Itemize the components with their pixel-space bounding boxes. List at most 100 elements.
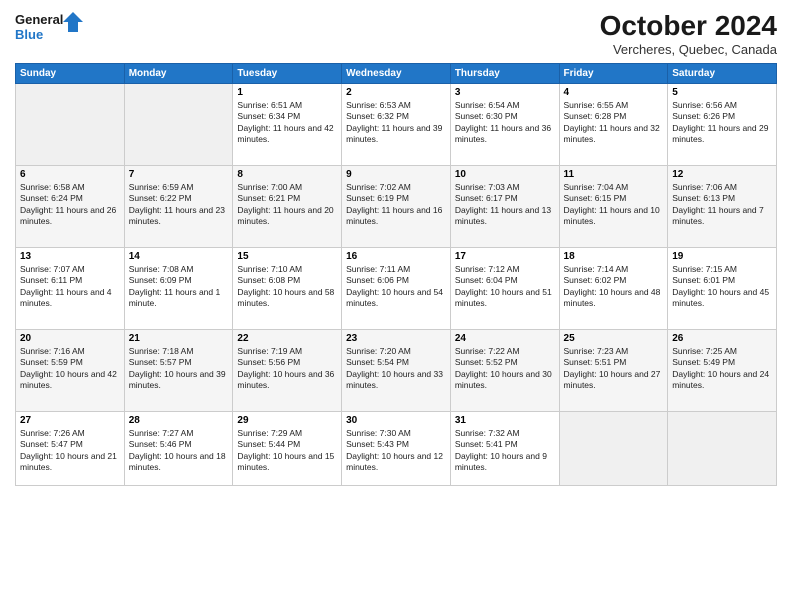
- table-row: 2 Sunrise: 6:53 AM Sunset: 6:32 PM Daylig…: [342, 84, 451, 166]
- table-row: 19 Sunrise: 7:15 AM Sunset: 6:01 PM Dayli…: [668, 248, 777, 330]
- day-number: 20: [20, 333, 120, 344]
- table-row: 15 Sunrise: 7:10 AM Sunset: 6:08 PM Dayli…: [233, 248, 342, 330]
- header: General Blue October 2024 Vercheres, Que…: [15, 10, 777, 57]
- day-number: 19: [672, 251, 772, 262]
- day-number: 25: [564, 333, 664, 344]
- table-row: 16 Sunrise: 7:11 AM Sunset: 6:06 PM Dayli…: [342, 248, 451, 330]
- day-number: 16: [346, 251, 446, 262]
- table-row: 5Sunrise: 6:56 AM Sunset: 6:26 PM Daylig…: [668, 84, 777, 166]
- day-info: Sunrise: 6:53 AM Sunset: 6:32 PM Dayligh…: [346, 100, 446, 146]
- col-friday: Friday: [559, 64, 668, 84]
- day-number: 2: [346, 87, 446, 98]
- day-number: 18: [564, 251, 664, 262]
- day-info: Sunrise: 7:07 AM Sunset: 6:11 PM Dayligh…: [20, 264, 120, 310]
- day-info: Sunrise: 7:29 AM Sunset: 5:44 PM Dayligh…: [237, 428, 337, 474]
- day-number: 3: [455, 87, 555, 98]
- day-info: Sunrise: 7:02 AM Sunset: 6:19 PM Dayligh…: [346, 182, 446, 228]
- table-row: 11 Sunrise: 7:04 AM Sunset: 6:15 PM Dayli…: [559, 166, 668, 248]
- logo: General Blue: [15, 10, 85, 46]
- day-info: Sunrise: 7:15 AM Sunset: 6:01 PM Dayligh…: [672, 264, 772, 310]
- day-info: Sunrise: 6:56 AM Sunset: 6:26 PM Dayligh…: [672, 100, 772, 146]
- table-row: 7 Sunrise: 6:59 AM Sunset: 6:22 PM Daylig…: [124, 166, 233, 248]
- col-monday: Monday: [124, 64, 233, 84]
- day-info: Sunrise: 7:12 AM Sunset: 6:04 PM Dayligh…: [455, 264, 555, 310]
- col-sunday: Sunday: [16, 64, 125, 84]
- day-info: Sunrise: 6:58 AM Sunset: 6:24 PM Dayligh…: [20, 182, 120, 228]
- day-info: Sunrise: 7:18 AM Sunset: 5:57 PM Dayligh…: [129, 346, 229, 392]
- day-info: Sunrise: 6:59 AM Sunset: 6:22 PM Dayligh…: [129, 182, 229, 228]
- col-tuesday: Tuesday: [233, 64, 342, 84]
- day-info: Sunrise: 7:22 AM Sunset: 5:52 PM Dayligh…: [455, 346, 555, 392]
- table-row: 23 Sunrise: 7:20 AM Sunset: 5:54 PM Dayli…: [342, 330, 451, 412]
- table-row: 26 Sunrise: 7:25 AM Sunset: 5:49 PM Dayli…: [668, 330, 777, 412]
- day-number: 15: [237, 251, 337, 262]
- table-row: 25Sunrise: 7:23 AM Sunset: 5:51 PM Dayli…: [559, 330, 668, 412]
- day-number: 6: [20, 169, 120, 180]
- day-info: Sunrise: 7:00 AM Sunset: 6:21 PM Dayligh…: [237, 182, 337, 228]
- day-info: Sunrise: 7:26 AM Sunset: 5:47 PM Dayligh…: [20, 428, 120, 474]
- day-number: 11: [564, 169, 664, 180]
- day-number: 9: [346, 169, 446, 180]
- col-saturday: Saturday: [668, 64, 777, 84]
- col-wednesday: Wednesday: [342, 64, 451, 84]
- day-info: Sunrise: 7:32 AM Sunset: 5:41 PM Dayligh…: [455, 428, 555, 474]
- calendar-row: 27Sunrise: 7:26 AM Sunset: 5:47 PM Dayli…: [16, 412, 777, 486]
- header-row: Sunday Monday Tuesday Wednesday Thursday…: [16, 64, 777, 84]
- table-row: 28 Sunrise: 7:27 AM Sunset: 5:46 PM Dayli…: [124, 412, 233, 486]
- table-row: 4Sunrise: 6:55 AM Sunset: 6:28 PM Daylig…: [559, 84, 668, 166]
- day-info: Sunrise: 7:19 AM Sunset: 5:56 PM Dayligh…: [237, 346, 337, 392]
- svg-text:Blue: Blue: [15, 27, 43, 42]
- table-row: 9 Sunrise: 7:02 AM Sunset: 6:19 PM Daylig…: [342, 166, 451, 248]
- calendar-row: 1Sunrise: 6:51 AM Sunset: 6:34 PM Daylig…: [16, 84, 777, 166]
- day-number: 29: [237, 415, 337, 426]
- calendar-table: Sunday Monday Tuesday Wednesday Thursday…: [15, 63, 777, 486]
- day-number: 22: [237, 333, 337, 344]
- day-number: 17: [455, 251, 555, 262]
- day-info: Sunrise: 7:03 AM Sunset: 6:17 PM Dayligh…: [455, 182, 555, 228]
- table-row: 30Sunrise: 7:30 AM Sunset: 5:43 PM Dayli…: [342, 412, 451, 486]
- day-number: 28: [129, 415, 229, 426]
- day-number: 31: [455, 415, 555, 426]
- calendar-row: 13Sunrise: 7:07 AM Sunset: 6:11 PM Dayli…: [16, 248, 777, 330]
- table-row: 31 Sunrise: 7:32 AM Sunset: 5:41 PM Dayli…: [450, 412, 559, 486]
- title-area: October 2024 Vercheres, Quebec, Canada: [600, 10, 777, 57]
- table-row: 24 Sunrise: 7:22 AM Sunset: 5:52 PM Dayli…: [450, 330, 559, 412]
- day-number: 26: [672, 333, 772, 344]
- table-row: 29 Sunrise: 7:29 AM Sunset: 5:44 PM Dayli…: [233, 412, 342, 486]
- day-number: 4: [564, 87, 664, 98]
- day-number: 12: [672, 169, 772, 180]
- table-row: 10Sunrise: 7:03 AM Sunset: 6:17 PM Dayli…: [450, 166, 559, 248]
- table-row: 1Sunrise: 6:51 AM Sunset: 6:34 PM Daylig…: [233, 84, 342, 166]
- table-row: 14Sunrise: 7:08 AM Sunset: 6:09 PM Dayli…: [124, 248, 233, 330]
- logo-svg: General Blue: [15, 10, 85, 46]
- day-info: Sunrise: 7:16 AM Sunset: 5:59 PM Dayligh…: [20, 346, 120, 392]
- day-number: 24: [455, 333, 555, 344]
- table-row: [124, 84, 233, 166]
- day-number: 7: [129, 169, 229, 180]
- day-info: Sunrise: 6:51 AM Sunset: 6:34 PM Dayligh…: [237, 100, 337, 146]
- day-info: Sunrise: 7:11 AM Sunset: 6:06 PM Dayligh…: [346, 264, 446, 310]
- table-row: 18 Sunrise: 7:14 AM Sunset: 6:02 PM Dayli…: [559, 248, 668, 330]
- month-title: October 2024: [600, 10, 777, 42]
- location: Vercheres, Quebec, Canada: [600, 42, 777, 57]
- day-number: 23: [346, 333, 446, 344]
- day-number: 30: [346, 415, 446, 426]
- table-row: 8 Sunrise: 7:00 AM Sunset: 6:21 PM Daylig…: [233, 166, 342, 248]
- page: General Blue October 2024 Vercheres, Que…: [0, 0, 792, 612]
- day-number: 8: [237, 169, 337, 180]
- table-row: 17 Sunrise: 7:12 AM Sunset: 6:04 PM Dayli…: [450, 248, 559, 330]
- day-info: Sunrise: 7:20 AM Sunset: 5:54 PM Dayligh…: [346, 346, 446, 392]
- table-row: 27Sunrise: 7:26 AM Sunset: 5:47 PM Dayli…: [16, 412, 125, 486]
- table-row: 21Sunrise: 7:18 AM Sunset: 5:57 PM Dayli…: [124, 330, 233, 412]
- day-info: Sunrise: 7:10 AM Sunset: 6:08 PM Dayligh…: [237, 264, 337, 310]
- table-row: 12 Sunrise: 7:06 AM Sunset: 6:13 PM Dayli…: [668, 166, 777, 248]
- day-info: Sunrise: 7:27 AM Sunset: 5:46 PM Dayligh…: [129, 428, 229, 474]
- calendar-row: 20 Sunrise: 7:16 AM Sunset: 5:59 PM Dayli…: [16, 330, 777, 412]
- calendar-row: 6 Sunrise: 6:58 AM Sunset: 6:24 PM Daylig…: [16, 166, 777, 248]
- day-info: Sunrise: 7:25 AM Sunset: 5:49 PM Dayligh…: [672, 346, 772, 392]
- day-info: Sunrise: 6:54 AM Sunset: 6:30 PM Dayligh…: [455, 100, 555, 146]
- table-row: 22 Sunrise: 7:19 AM Sunset: 5:56 PM Dayli…: [233, 330, 342, 412]
- day-info: Sunrise: 7:04 AM Sunset: 6:15 PM Dayligh…: [564, 182, 664, 228]
- day-info: Sunrise: 7:06 AM Sunset: 6:13 PM Dayligh…: [672, 182, 772, 228]
- day-info: Sunrise: 7:14 AM Sunset: 6:02 PM Dayligh…: [564, 264, 664, 310]
